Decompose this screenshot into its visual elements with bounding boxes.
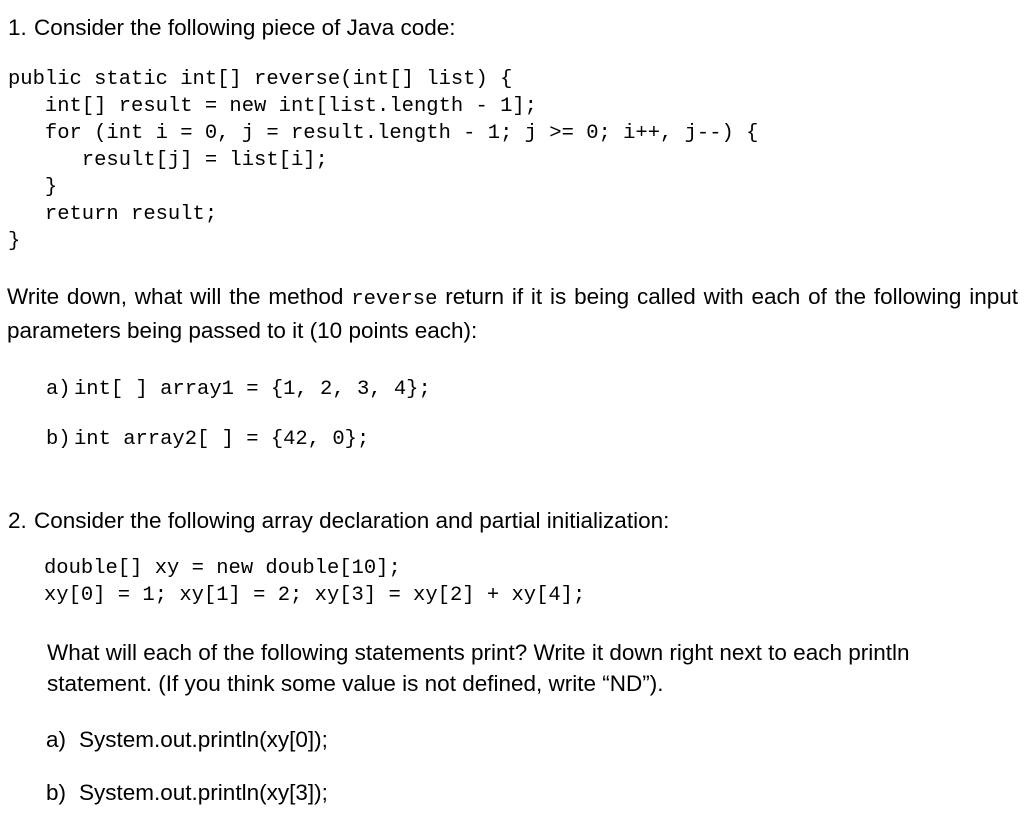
- question-1-method-name: reverse: [351, 287, 438, 311]
- question-2-item-b-letter: b): [46, 779, 67, 805]
- question-2-item-a-statement: System.out.println(xy[0]);: [79, 726, 328, 752]
- question-1-instruction-part1: Write down, what will the method: [7, 283, 352, 309]
- question-2-code-line-2: xy[0] = 1; xy[1] = 2; xy[3] = xy[2] + xy…: [44, 583, 586, 607]
- question-2-number: 2.: [8, 507, 27, 533]
- question-2-item-b: b) System.out.println(xy[3]);: [46, 778, 1024, 807]
- question-2-instruction: What will each of the following statemen…: [47, 639, 910, 696]
- question-2-prompt: Consider the following array declaration…: [34, 507, 670, 533]
- question-1-item-a-letter: a): [46, 377, 71, 401]
- question-1-item-a-code: int[ ] array1 = {1, 2, 3, 4};: [74, 377, 431, 401]
- question-1-number: 1.: [8, 15, 27, 40]
- document-page: 1. Consider the following piece of Java …: [0, 14, 1024, 834]
- question-1-item-b-code: int array2[ ] = {42, 0};: [74, 427, 370, 451]
- question-2-item-b-statement: System.out.println(xy[3]);: [79, 779, 328, 805]
- question-1-item-b-letter: b): [46, 427, 71, 451]
- question-1-item-a: a) int[ ] array1 = {1, 2, 3, 4};: [46, 376, 1024, 403]
- question-1-prompt: Consider the following piece of Java cod…: [34, 15, 456, 40]
- question-1-item-b: b) int array2[ ] = {42, 0};: [46, 426, 1024, 453]
- question-1-heading: 1. Consider the following piece of Java …: [0, 14, 1024, 42]
- question-2-item-a-letter: a): [46, 726, 67, 752]
- question-2-code-line-1: double[] xy = new double[10];: [44, 556, 401, 580]
- question-1-instruction: Write down, what will the method reverse…: [7, 281, 1018, 346]
- question-2-heading: 2. Consider the following array declarat…: [0, 507, 1024, 535]
- question-2-item-a: a) System.out.println(xy[0]);: [46, 725, 1024, 754]
- question-1-code-block: public static int[] reverse(int[] list) …: [8, 67, 759, 253]
